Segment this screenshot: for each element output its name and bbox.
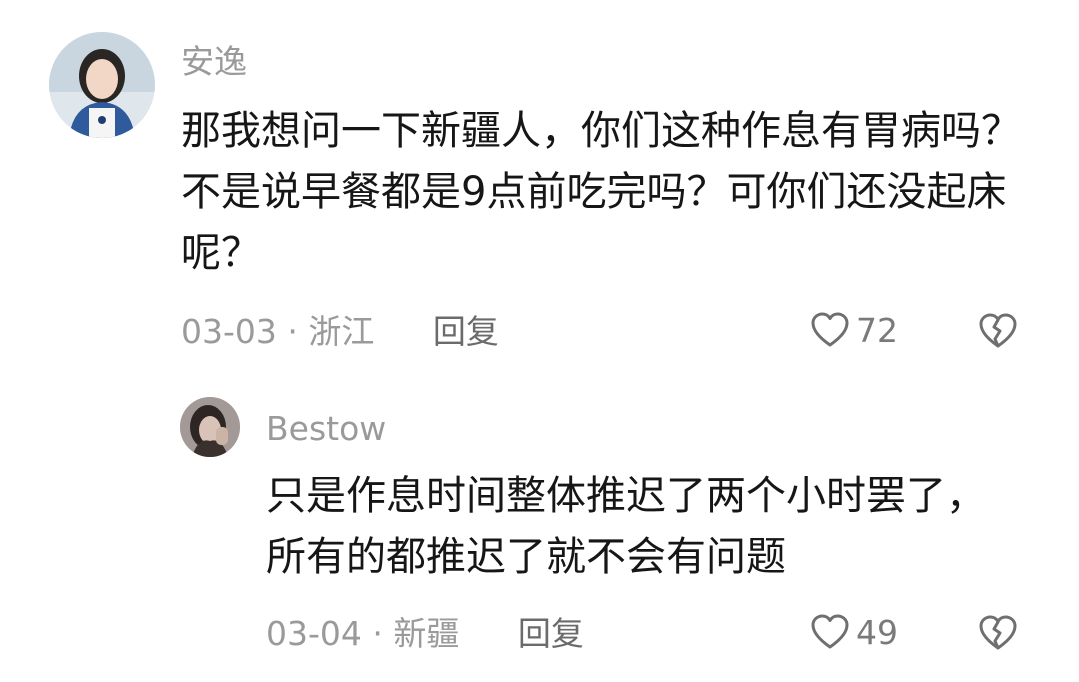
meta-separator: · (372, 614, 383, 653)
comment-meta: 03-03 · 浙江 回复 (181, 315, 499, 348)
meta-separator: · (287, 312, 298, 351)
broken-heart-icon (978, 614, 1018, 652)
comment-location: 浙江 (308, 312, 375, 351)
reply-date: 03-04 (266, 614, 362, 653)
reply-like-button[interactable]: 49 (810, 613, 898, 651)
reply-text: 只是作息时间整体推迟了两个小时罢了，所有的都推迟了就不会有问题 (266, 473, 986, 580)
reply-reply-button[interactable]: 回复 (518, 614, 584, 653)
reply-avatar[interactable] (180, 397, 240, 457)
comment-like-button[interactable]: 72 (810, 311, 898, 349)
reply-like-count: 49 (856, 612, 898, 652)
comment-avatar[interactable] (49, 32, 155, 138)
heart-outline-icon (810, 613, 850, 651)
comment-like-count: 72 (856, 310, 898, 350)
comment-date: 03-03 (181, 312, 277, 351)
heart-outline-icon (810, 311, 850, 349)
comment-username[interactable]: 安逸 (181, 45, 247, 78)
comment-reply-button[interactable]: 回复 (433, 312, 499, 351)
comment-dislike-button[interactable] (978, 312, 1018, 350)
comment-text: 那我想问一下新疆人，你们这种作息有胃病吗？不是说早餐都是9点前吃完吗？可你们还没… (181, 108, 1021, 276)
reply-username[interactable]: Bestow (266, 412, 386, 445)
broken-heart-icon (978, 312, 1018, 350)
reply-meta: 03-04 · 新疆 回复 (266, 617, 584, 650)
reply-dislike-button[interactable] (978, 614, 1018, 652)
reply-location: 新疆 (393, 614, 460, 653)
